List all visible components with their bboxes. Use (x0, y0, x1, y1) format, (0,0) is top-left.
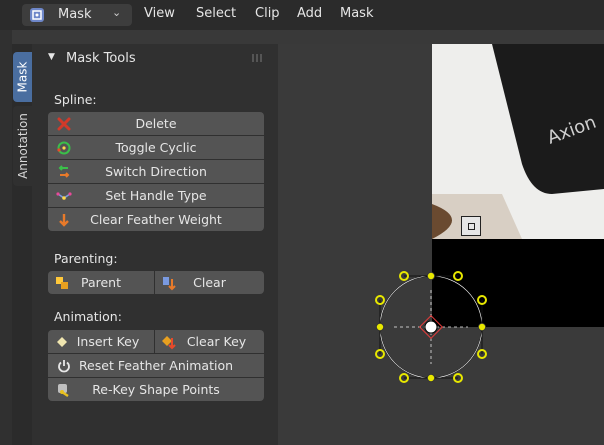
handle-type-icon (56, 192, 72, 200)
frame-marker-icon[interactable] (461, 216, 481, 236)
parent-button[interactable]: Parent (48, 271, 154, 294)
clear-keyframe-icon (162, 336, 176, 350)
keyframe-diamond-icon (57, 337, 67, 347)
menu-mask[interactable]: Mask (340, 6, 373, 21)
clear-feather-weight-label: Clear Feather Weight (90, 212, 222, 227)
insert-key-button[interactable]: Insert Key (48, 330, 154, 353)
rekey-icon (58, 384, 69, 397)
delete-x-icon (57, 117, 71, 131)
left-border (0, 30, 12, 445)
re-key-shape-points-button[interactable]: Re-Key Shape Points (48, 378, 264, 401)
switch-direction-icon (58, 165, 70, 178)
delete-label: Delete (135, 116, 177, 131)
drag-grip-icon[interactable] (252, 54, 264, 62)
tab-annotation-label: Annotation (15, 113, 30, 179)
menu-clip[interactable]: Clip (255, 6, 280, 21)
power-icon (58, 360, 70, 373)
clear-parent-button[interactable]: Clear (155, 271, 264, 294)
clip-viewport[interactable]: Axion (278, 44, 604, 445)
chevron-down-icon: ⌄ (112, 6, 122, 19)
clear-feather-weight-button[interactable]: Clear Feather Weight (48, 208, 264, 231)
section-label-spline: Spline: (54, 92, 97, 107)
tab-annotation[interactable]: Annotation (13, 106, 32, 186)
clear-key-button[interactable]: Clear Key (155, 330, 264, 353)
clip-editor-icon[interactable] (30, 8, 44, 22)
switch-direction-label: Switch Direction (105, 164, 207, 179)
set-handle-type-button[interactable]: Set Handle Type (48, 184, 264, 207)
insert-key-label: Insert Key (76, 334, 140, 349)
menu-add[interactable]: Add (297, 6, 322, 21)
re-key-shape-points-label: Re-Key Shape Points (92, 382, 220, 397)
clear-key-label: Clear Key (186, 334, 247, 349)
cyclic-icon (57, 141, 71, 155)
editor-header: Mask ⌄ View Select Clip Add Mask (0, 0, 604, 30)
tab-mask[interactable]: Mask (13, 52, 32, 102)
mode-label: Mask (58, 7, 92, 22)
toggle-cyclic-button[interactable]: Toggle Cyclic (48, 136, 264, 159)
feather-down-icon (59, 214, 69, 227)
parent-icon (56, 277, 68, 289)
sidebar-tabs: Mask Annotation (12, 44, 32, 445)
section-label-animation: Animation: (54, 309, 122, 324)
menu-view[interactable]: View (144, 6, 175, 21)
clear-parent-icon (163, 277, 176, 291)
section-label-parenting: Parenting: (54, 251, 118, 266)
tab-mask-label: Mask (15, 61, 30, 93)
clear-parent-label: Clear (193, 275, 226, 290)
mode-dropdown[interactable]: Mask ⌄ (22, 4, 132, 26)
toggle-cyclic-label: Toggle Cyclic (115, 140, 197, 155)
set-handle-type-label: Set Handle Type (105, 188, 207, 203)
panel-header[interactable]: ▼ Mask Tools (32, 48, 278, 72)
panel-title: Mask Tools (66, 51, 136, 66)
switch-direction-button[interactable]: Switch Direction (48, 160, 264, 183)
menu-select[interactable]: Select (196, 6, 236, 21)
collapse-arrow-icon[interactable]: ▼ (48, 52, 55, 62)
parent-label: Parent (80, 275, 121, 290)
footage-frame: Axion (432, 44, 604, 239)
mask-spline[interactable] (374, 270, 494, 386)
reset-feather-animation-label: Reset Feather Animation (78, 358, 234, 373)
delete-button[interactable]: Delete (48, 112, 264, 135)
reset-feather-animation-button[interactable]: Reset Feather Animation (48, 354, 264, 377)
